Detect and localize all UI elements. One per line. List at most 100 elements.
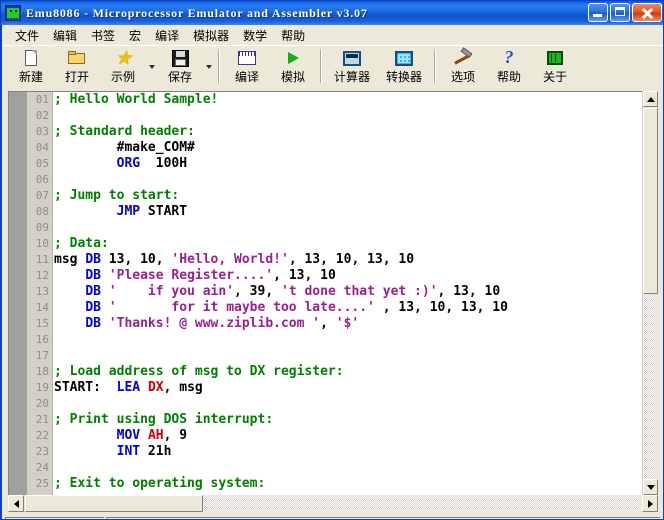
source-editor[interactable]: 01 02 03 04 05 06 07 08 09 10 11 12 13 14 15 16 17 18 19 20… (8, 91, 658, 496)
play-emulate-icon (282, 48, 304, 69)
examples-button[interactable]: ★ 示例 (100, 46, 146, 88)
code-line[interactable]: MOV AH, 9 (54, 428, 658, 444)
menu-bookmarks[interactable]: 书签 (84, 25, 122, 46)
code-line[interactable]: DB ' for it maybe too late....' , 13, 10… (54, 300, 658, 316)
menu-file[interactable]: 文件 (8, 25, 46, 46)
horizontal-scrollbar[interactable] (8, 495, 658, 512)
calculator-button[interactable]: 计算器 (326, 46, 378, 88)
code-line[interactable]: INT 21h (54, 444, 658, 460)
code-line[interactable]: DB 'Thanks! @ www.ziplib.com ', '$' (54, 316, 658, 332)
code-token-pln (140, 380, 148, 395)
client-area: 文件 编辑 书签 宏 编译 模拟器 数学 帮助 新建 打开 ★ 示例 保存 编译… (2, 25, 663, 519)
code-token-reg: AH (147, 428, 164, 443)
vertical-scrollbar[interactable] (642, 91, 658, 495)
options-button[interactable]: 选项 (440, 46, 486, 88)
code-token-str: ' for it maybe too late....' (108, 300, 375, 315)
about-chip-icon (544, 48, 566, 69)
code-token-kw: LEA (116, 380, 141, 395)
code-line[interactable]: ORG 100H (54, 156, 658, 172)
code-token-pln (54, 316, 85, 331)
examples-dropdown-arrow-icon[interactable] (146, 46, 157, 88)
close-button[interactable] (632, 3, 662, 22)
horizontal-scroll-thumb[interactable] (25, 495, 203, 512)
menu-math[interactable]: 数学 (236, 25, 274, 46)
save-button[interactable]: 保存 (157, 46, 203, 88)
code-line[interactable] (54, 332, 658, 348)
examples-button-label: 示例 (110, 70, 135, 84)
menu-edit[interactable]: 编辑 (46, 25, 84, 46)
code-token-pln: 21h (140, 444, 172, 459)
line-number: 14 (35, 301, 49, 314)
line-number: 09 (35, 221, 49, 234)
options-button-label: 选项 (450, 70, 475, 84)
converter-icon (393, 48, 415, 69)
scroll-down-button[interactable] (643, 479, 658, 495)
code-line[interactable] (54, 396, 658, 412)
code-token-pln: , (320, 316, 336, 331)
code-line[interactable]: ; Standard header: (54, 124, 658, 140)
about-button[interactable]: 关于 (532, 46, 578, 88)
menu-compile[interactable]: 编译 (148, 25, 186, 46)
code-token-kw: DB (85, 316, 101, 331)
code-line[interactable]: JMP START (54, 204, 658, 220)
code-line[interactable]: msg DB 13, 10, 'Hello, World!', 13, 10, … (54, 252, 658, 268)
open-button[interactable]: 打开 (54, 46, 100, 88)
code-line[interactable] (54, 172, 658, 188)
code-text-area[interactable]: ; Hello World Sample! ; Standard header:… (54, 92, 658, 495)
code-line[interactable] (54, 108, 658, 124)
code-token-str: 't done that yet :)' (281, 284, 438, 299)
menu-macro[interactable]: 宏 (122, 25, 148, 46)
line-number: 04 (35, 141, 49, 154)
converter-button[interactable]: 转换器 (378, 46, 430, 88)
menu-emulator[interactable]: 模拟器 (186, 25, 236, 46)
code-line[interactable]: ; Print using DOS interrupt: (54, 412, 658, 428)
line-number: 19 (35, 381, 49, 394)
save-dropdown-arrow-icon[interactable] (203, 46, 214, 88)
line-number: 20 (35, 397, 49, 410)
open-button-label: 打开 (64, 70, 89, 84)
help-button[interactable]: ? 帮助 (486, 46, 532, 88)
line-number: 16 (35, 333, 49, 346)
code-line[interactable] (54, 220, 658, 236)
code-line[interactable]: ; Data: (54, 236, 658, 252)
emulate-button[interactable]: 模拟 (270, 46, 316, 88)
new-button[interactable]: 新建 (8, 46, 54, 88)
line-number: 12 (35, 269, 49, 282)
code-token-kw: JMP (116, 204, 141, 219)
line-number: 11 (35, 253, 49, 266)
help-button-label: 帮助 (496, 70, 521, 84)
code-line[interactable]: DB 'Please Register....', 13, 10 (54, 268, 658, 284)
code-line[interactable] (54, 348, 658, 364)
code-token-reg: DX (147, 380, 164, 395)
code-token-pln (101, 300, 109, 315)
scroll-right-button[interactable] (642, 495, 658, 512)
line-number-gutter: 01 02 03 04 05 06 07 08 09 10 11 12 13 14 15 16 17 18 19 20… (27, 92, 53, 495)
app-window: Emu8086 - Microprocessor Emulator and As… (0, 0, 664, 520)
compile-button[interactable]: 编译 (224, 46, 270, 88)
code-line[interactable] (54, 460, 658, 476)
new-file-icon (20, 48, 42, 69)
code-token-cmt: ; Print using DOS interrupt: (54, 412, 274, 427)
minimize-button[interactable] (588, 3, 608, 22)
menu-help[interactable]: 帮助 (274, 25, 312, 46)
code-line[interactable]: DB ' if you ain', 39, 't done that yet :… (54, 284, 658, 300)
toolbar-separator-3 (434, 49, 436, 83)
code-token-pln: 13, 10, (100, 252, 172, 267)
scroll-up-button[interactable] (643, 91, 658, 107)
code-line[interactable]: ; Jump to start: (54, 188, 658, 204)
code-line[interactable]: ; Exit to operating system: (54, 476, 658, 492)
code-line[interactable]: #make_COM# (54, 140, 658, 156)
code-token-pln: msg (54, 252, 86, 267)
bookmark-gutter[interactable] (9, 92, 27, 495)
maximize-button[interactable] (610, 3, 630, 22)
scroll-left-button[interactable] (8, 495, 24, 512)
question-help-icon: ? (504, 47, 514, 67)
emulate-button-label: 模拟 (280, 70, 305, 84)
code-line[interactable]: START: LEA DX, msg (54, 380, 658, 396)
code-token-kw: INT (116, 444, 141, 459)
code-line[interactable]: ; Load address of msg to DX register: (54, 364, 658, 380)
code-token-str: 'Please Register....' (108, 268, 274, 283)
code-line[interactable]: ; Hello World Sample! (54, 92, 658, 108)
vertical-scroll-thumb[interactable] (643, 108, 658, 294)
status-bar (5, 516, 661, 519)
